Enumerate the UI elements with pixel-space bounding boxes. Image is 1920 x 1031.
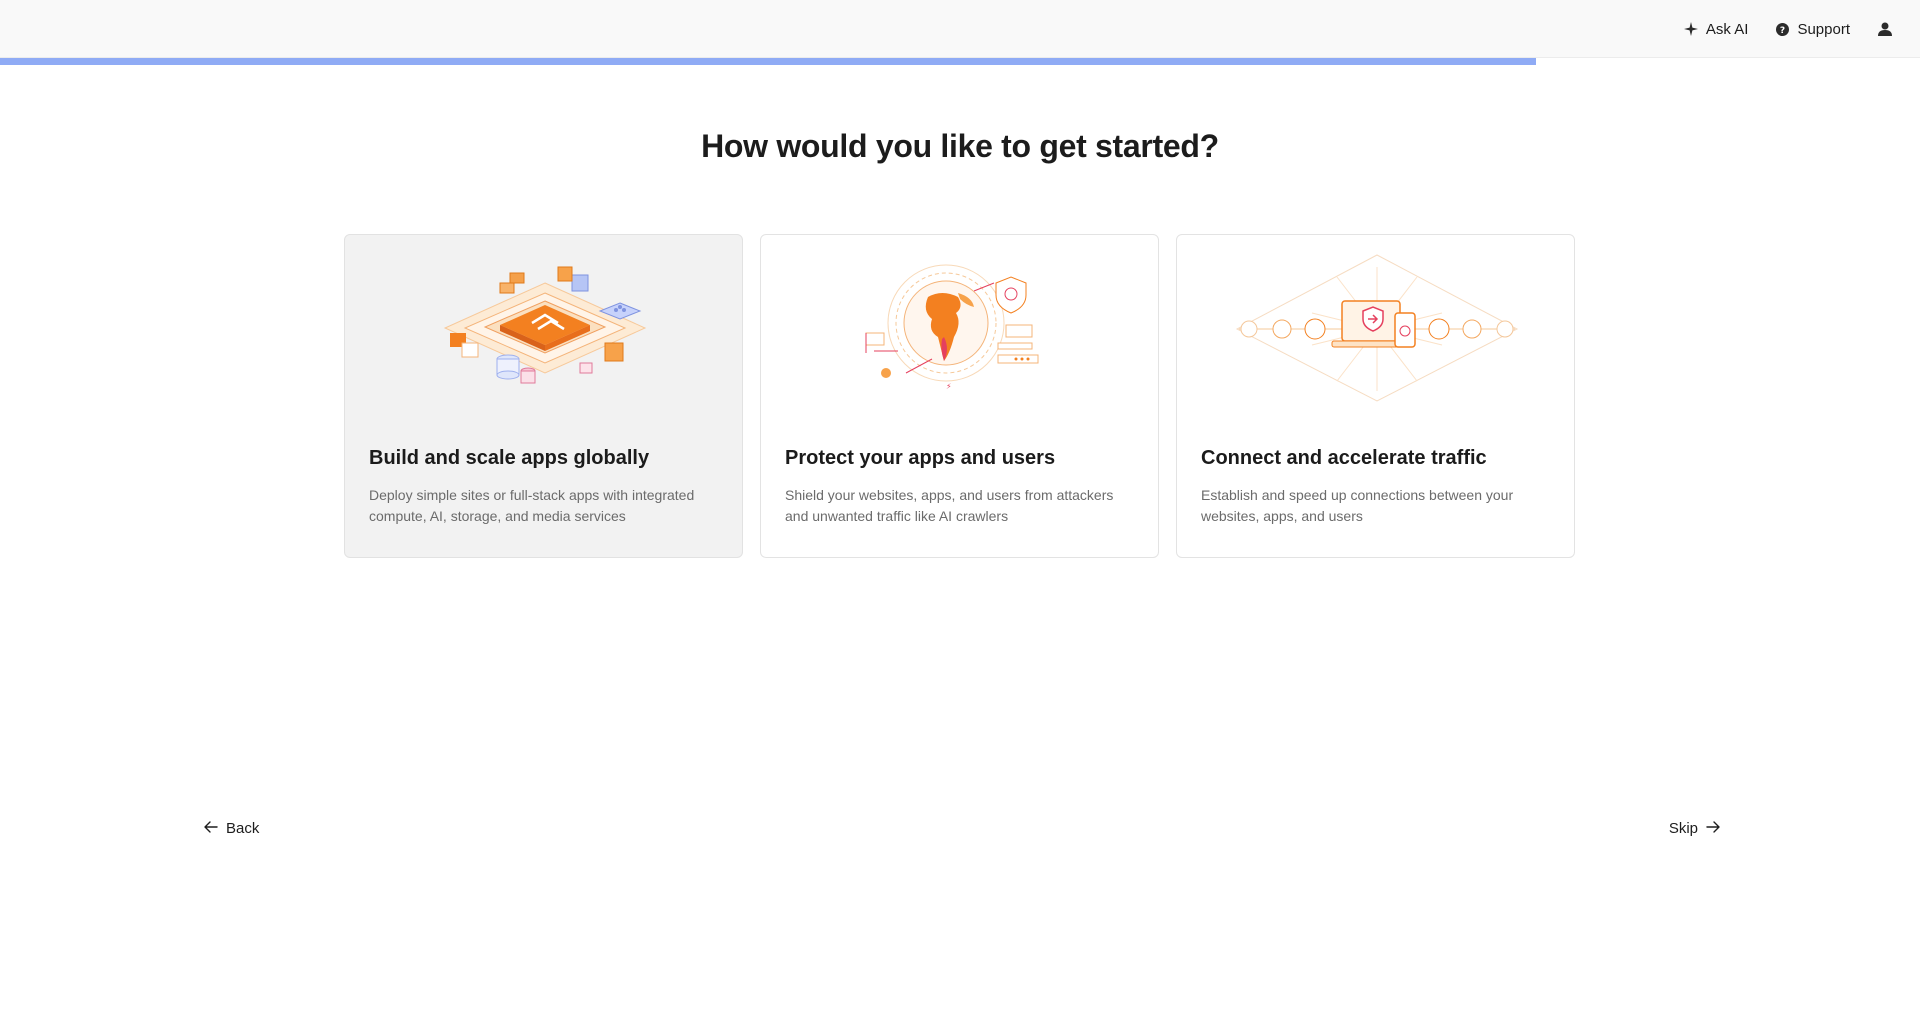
globe-shield-illustration: ⚡ [761,253,1158,403]
arrow-right-icon [1706,820,1720,837]
ask-ai-button[interactable]: Ask AI [1683,20,1749,38]
account-button[interactable] [1878,22,1892,36]
sparkle-icon [1683,22,1698,36]
ask-ai-label: Ask AI [1705,20,1749,38]
card-connect-traffic[interactable]: Connect and accelerate traffic Establish… [1176,234,1575,558]
support-button[interactable]: ? Support [1776,21,1850,38]
skip-label: Skip [1668,820,1698,837]
card-title: Protect your apps and users [785,447,1056,469]
card-description: Shield your websites, apps, and users fr… [785,487,1114,524]
top-bar: Ask AI ? Support [0,0,1920,58]
isometric-platform-illustration [345,253,742,403]
option-cards: Build and scale apps globally Deploy sim… [344,234,1575,558]
svg-text:⚡: ⚡ [946,382,952,391]
card-protect-apps[interactable]: ⚡ Protect your apps and users Shield you… [760,234,1159,558]
back-button[interactable]: Back [204,820,259,837]
user-icon [1878,22,1892,36]
top-actions: Ask AI ? Support [1683,0,1892,58]
support-label: Support [1797,20,1850,38]
help-circle-icon: ? [1776,22,1790,36]
arrow-left-icon [204,820,218,837]
progress-bar [0,58,1920,65]
skip-button[interactable]: Skip [1669,820,1720,837]
card-title: Build and scale apps globally [369,447,650,469]
page-title: How would you like to get started? [701,128,1219,164]
svg-text:?: ? [1780,26,1785,36]
back-label: Back [226,820,260,837]
card-build-apps[interactable]: Build and scale apps globally Deploy sim… [344,234,743,558]
laptop-network-illustration [1177,253,1574,403]
card-title: Connect and accelerate traffic [1201,447,1487,469]
card-description: Deploy simple sites or full-stack apps w… [369,487,695,524]
progress-fill [0,58,1536,65]
card-description: Establish and speed up connections betwe… [1201,487,1514,524]
